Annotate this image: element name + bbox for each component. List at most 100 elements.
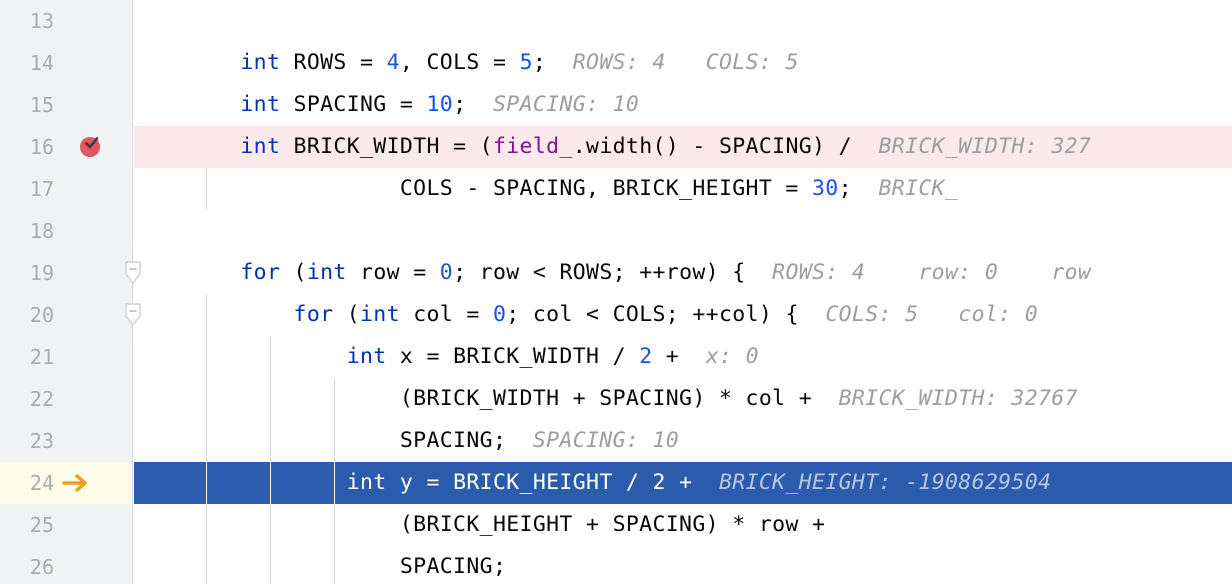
code-line[interactable]: SPACING; SPACING: 10	[134, 420, 1232, 462]
code-token-plain: ROWS =	[280, 50, 387, 75]
code-line[interactable]	[134, 210, 1232, 252]
code-line[interactable]: for (int col = 0; col < COLS; ++col) { C…	[134, 294, 1232, 336]
code-token-plain: ;	[532, 50, 573, 75]
fold-collapse-icon[interactable]	[124, 261, 142, 285]
code-token-number: 10	[426, 92, 454, 117]
line-number: 17	[29, 177, 54, 201]
gutter-row[interactable]: 14	[0, 42, 132, 84]
code-line[interactable]: (BRICK_WIDTH + SPACING) * col + BRICK_WI…	[134, 378, 1232, 420]
code-token-plain: BRICK_WIDTH = (	[280, 134, 493, 159]
code-line[interactable]: int y = BRICK_HEIGHT / 2 + BRICK_HEIGHT:…	[134, 462, 1232, 504]
code-token-plain: SPACING =	[280, 92, 427, 117]
gutter-row[interactable]: 25	[0, 504, 132, 546]
code-line-text: int ROWS = 4, COLS = 5; ROWS: 4 COLS: 5	[134, 42, 799, 84]
code-token-number: 2	[639, 344, 653, 369]
line-number: 15	[29, 93, 54, 117]
code-token-keyword: int	[240, 50, 281, 75]
code-line[interactable]: COLS - SPACING, BRICK_HEIGHT = 30; BRICK…	[134, 168, 1232, 210]
code-line-text: int y = BRICK_HEIGHT / 2 + BRICK_HEIGHT:…	[134, 462, 1051, 504]
breakpoint-verified-icon[interactable]	[80, 137, 100, 157]
code-line[interactable]: SPACING;	[134, 546, 1232, 584]
code-token-keyword: int	[346, 470, 387, 495]
code-token-plain: y = BRICK_HEIGHT /	[386, 470, 653, 495]
code-line[interactable]: int ROWS = 4, COLS = 5; ROWS: 4 COLS: 5	[134, 42, 1232, 84]
line-number: 18	[29, 219, 54, 243]
inlay-hint[interactable]: BRICK_WIDTH: 327	[879, 134, 1092, 159]
inlay-hint[interactable]: COLS: 5 col: 0	[825, 302, 1038, 327]
code-line[interactable]: int BRICK_WIDTH = (field_.width() - SPAC…	[134, 126, 1232, 168]
gutter-row[interactable]: 15	[0, 84, 132, 126]
code-token-plain: SPACING;	[134, 554, 507, 579]
code-line-text: for (int row = 0; row < ROWS; ++row) { R…	[134, 252, 1091, 294]
line-number: 22	[29, 387, 54, 411]
gutter-row[interactable]: 16	[0, 126, 132, 168]
gutter-row[interactable]: 23	[0, 420, 132, 462]
code-token-keyword: for	[240, 260, 281, 285]
code-token-plain: row =	[346, 260, 440, 285]
gutter-row[interactable]: 18	[0, 210, 132, 252]
line-number: 23	[29, 429, 54, 453]
code-line-text: int x = BRICK_WIDTH / 2 + x: 0	[134, 336, 759, 378]
fold-collapse-icon[interactable]	[124, 303, 142, 327]
code-line[interactable]	[134, 0, 1232, 42]
inlay-hint[interactable]: ROWS: 4 COLS: 5	[573, 50, 799, 75]
code-token-plain: col =	[399, 302, 493, 327]
code-token-keyword: int	[360, 302, 400, 327]
line-number: 24	[29, 471, 54, 495]
code-token-plain: ;	[838, 176, 879, 201]
gutter-row[interactable]: 13	[0, 0, 132, 42]
code-token-plain: ;	[453, 92, 493, 117]
code-token-plain: ; row < ROWS; ++row) {	[453, 260, 773, 285]
line-number: 13	[29, 9, 54, 33]
code-line-text: SPACING;	[134, 546, 506, 584]
code-token-plain: x = BRICK_WIDTH /	[386, 344, 640, 369]
inlay-hint[interactable]: SPACING: 10	[533, 428, 679, 453]
inlay-hint[interactable]: SPACING: 10	[493, 92, 639, 117]
inlay-hint[interactable]: x: 0	[706, 344, 759, 369]
gutter-row[interactable]: 22	[0, 378, 132, 420]
inlay-hint[interactable]: BRICK_	[878, 176, 958, 201]
code-line-text: SPACING; SPACING: 10	[134, 420, 679, 462]
code-token-number: 4	[386, 50, 400, 75]
code-line[interactable]: (BRICK_HEIGHT + SPACING) * row +	[134, 504, 1232, 546]
gutter-row[interactable]: 26	[0, 546, 132, 584]
code-token-plain: ; col < COLS; ++col) {	[506, 302, 826, 327]
inlay-hint[interactable]: ROWS: 4 row: 0 row	[772, 260, 1091, 285]
code-token-number: 5	[519, 50, 533, 75]
gutter-row[interactable]: 17	[0, 168, 132, 210]
code-line-text: int SPACING = 10; SPACING: 10	[134, 84, 639, 126]
gutter-row[interactable]: 24	[0, 462, 132, 504]
gutter-row[interactable]: 19	[0, 252, 141, 294]
line-number: 26	[29, 555, 54, 579]
line-number: 25	[29, 513, 54, 537]
line-number: 19	[29, 261, 54, 285]
code-token-member: field_	[492, 134, 573, 159]
code-editor: 13 14 15 16 17 18 19 20 21 22 23 24 25 26 int ROWS = …	[0, 0, 1232, 584]
code-line-text: (BRICK_HEIGHT + SPACING) * row +	[134, 504, 825, 546]
inlay-hint[interactable]: BRICK_WIDTH: 32767	[839, 386, 1078, 411]
line-number: 16	[29, 135, 54, 159]
code-token-plain: (BRICK_HEIGHT + SPACING) * row +	[134, 512, 826, 537]
inlay-hint[interactable]: BRICK_HEIGHT: -1908629504	[719, 470, 1051, 495]
code-line[interactable]: int SPACING = 10; SPACING: 10	[134, 84, 1232, 126]
editor-gutter[interactable]: 13 14 15 16 17 18 19 20 21 22 23 24 25 26	[0, 0, 141, 584]
code-token-keyword: for	[293, 302, 334, 327]
code-token-number: 2	[652, 470, 666, 495]
code-line[interactable]: for (int row = 0; row < ROWS; ++row) { R…	[134, 252, 1232, 294]
code-token-plain: SPACING;	[134, 428, 533, 453]
code-line[interactable]: int x = BRICK_WIDTH / 2 + x: 0	[134, 336, 1232, 378]
gutter-row[interactable]: 20	[0, 294, 141, 336]
gutter-row[interactable]: 21	[0, 336, 132, 378]
code-token-keyword: int	[306, 260, 347, 285]
editor-code-area[interactable]: int ROWS = 4, COLS = 5; ROWS: 4 COLS: 5 …	[134, 0, 1232, 584]
code-token-keyword: int	[240, 134, 281, 159]
code-token-keyword: int	[346, 344, 387, 369]
line-number: 20	[29, 303, 54, 327]
line-number: 21	[29, 345, 54, 369]
code-line-text: int BRICK_WIDTH = (field_.width() - SPAC…	[134, 126, 1091, 168]
